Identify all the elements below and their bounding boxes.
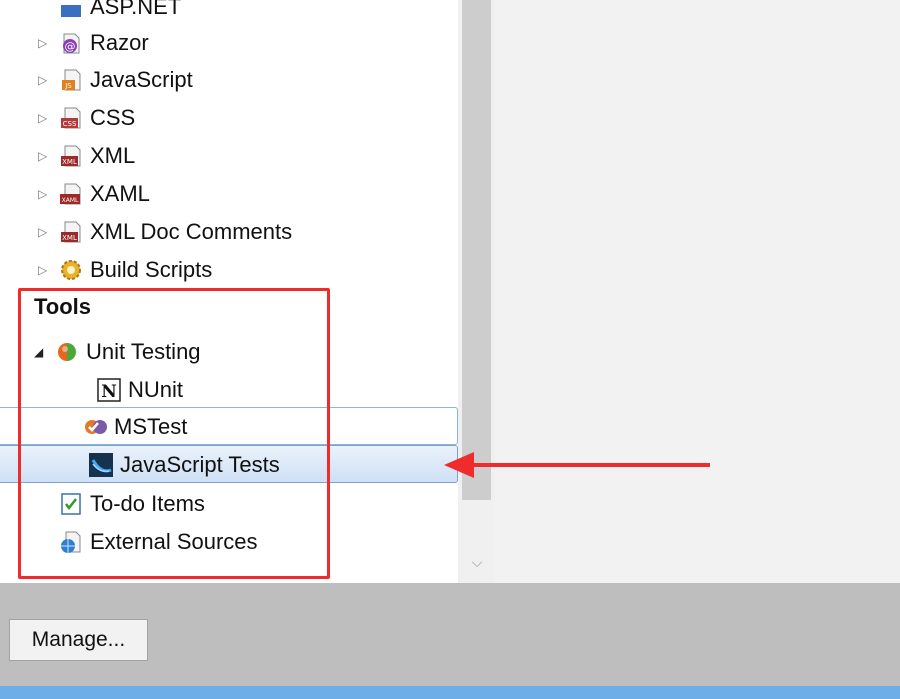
tree-item-xml[interactable]: ▷ XML XML xyxy=(38,137,135,175)
svg-text:XML: XML xyxy=(62,158,77,166)
annotation-arrow-icon xyxy=(444,452,710,478)
tree-item-build-scripts[interactable]: ▷ Build Scripts xyxy=(38,251,212,289)
tree-item-label: XAML xyxy=(90,181,150,206)
css-file-icon: CSS xyxy=(58,105,84,131)
highlight-frame xyxy=(18,288,330,579)
svg-text:@: @ xyxy=(65,40,76,53)
options-tree: ASP.NET ▷ @ Razor ▷ JS JavaScript ▷ CSS … xyxy=(0,0,458,583)
razor-icon: @ xyxy=(58,30,84,56)
tree-item-label: ASP.NET xyxy=(90,0,182,19)
tree-item-label: JavaScript xyxy=(90,67,193,92)
svg-text:XAML: XAML xyxy=(62,197,79,204)
aspnet-icon xyxy=(58,0,84,20)
xml-file-icon: XML xyxy=(58,143,84,169)
tree-item-javascript[interactable]: ▷ JS JavaScript xyxy=(38,61,193,99)
expand-arrow-icon[interactable]: ▷ xyxy=(38,187,52,201)
tree-item-label: XML Doc Comments xyxy=(90,219,293,244)
xaml-file-icon: XAML xyxy=(58,181,84,207)
tree-item-aspnet[interactable]: ASP.NET xyxy=(58,0,181,26)
tree-item-razor[interactable]: ▷ @ Razor xyxy=(38,24,149,62)
expand-arrow-icon[interactable]: ▷ xyxy=(38,111,52,125)
expand-arrow-icon[interactable]: ▷ xyxy=(38,36,52,50)
tree-item-label: Razor xyxy=(90,30,149,55)
window-bottom-edge xyxy=(0,686,900,699)
javascript-file-icon: JS xyxy=(58,67,84,93)
expand-arrow-icon[interactable]: ▷ xyxy=(38,149,52,163)
tree-item-xml-doc-comments[interactable]: ▷ XML XML Doc Comments xyxy=(38,213,292,251)
scroll-down-arrow-icon[interactable]: ⌵ xyxy=(468,554,486,572)
tree-item-css[interactable]: ▷ CSS CSS xyxy=(38,99,135,137)
xml-doc-icon: XML xyxy=(58,219,84,245)
dialog-footer: Manage... xyxy=(0,583,900,686)
options-content-panel xyxy=(495,0,900,583)
svg-text:CSS: CSS xyxy=(63,120,77,128)
scrollbar-thumb[interactable] xyxy=(462,0,491,500)
tree-item-label: Build Scripts xyxy=(90,257,213,282)
manage-button[interactable]: Manage... xyxy=(9,619,148,661)
tree-item-label: XML xyxy=(90,143,136,168)
expand-arrow-icon[interactable]: ▷ xyxy=(38,73,52,87)
expand-arrow-icon[interactable]: ▷ xyxy=(38,225,52,239)
gear-icon xyxy=(58,257,84,283)
svg-text:XML: XML xyxy=(62,234,77,242)
svg-text:JS: JS xyxy=(64,82,72,90)
tree-item-label: CSS xyxy=(90,105,136,130)
expand-arrow-icon[interactable]: ▷ xyxy=(38,263,52,277)
tree-scrollbar[interactable]: ⌵ xyxy=(458,0,495,583)
tree-item-xaml[interactable]: ▷ XAML XAML xyxy=(38,175,150,213)
